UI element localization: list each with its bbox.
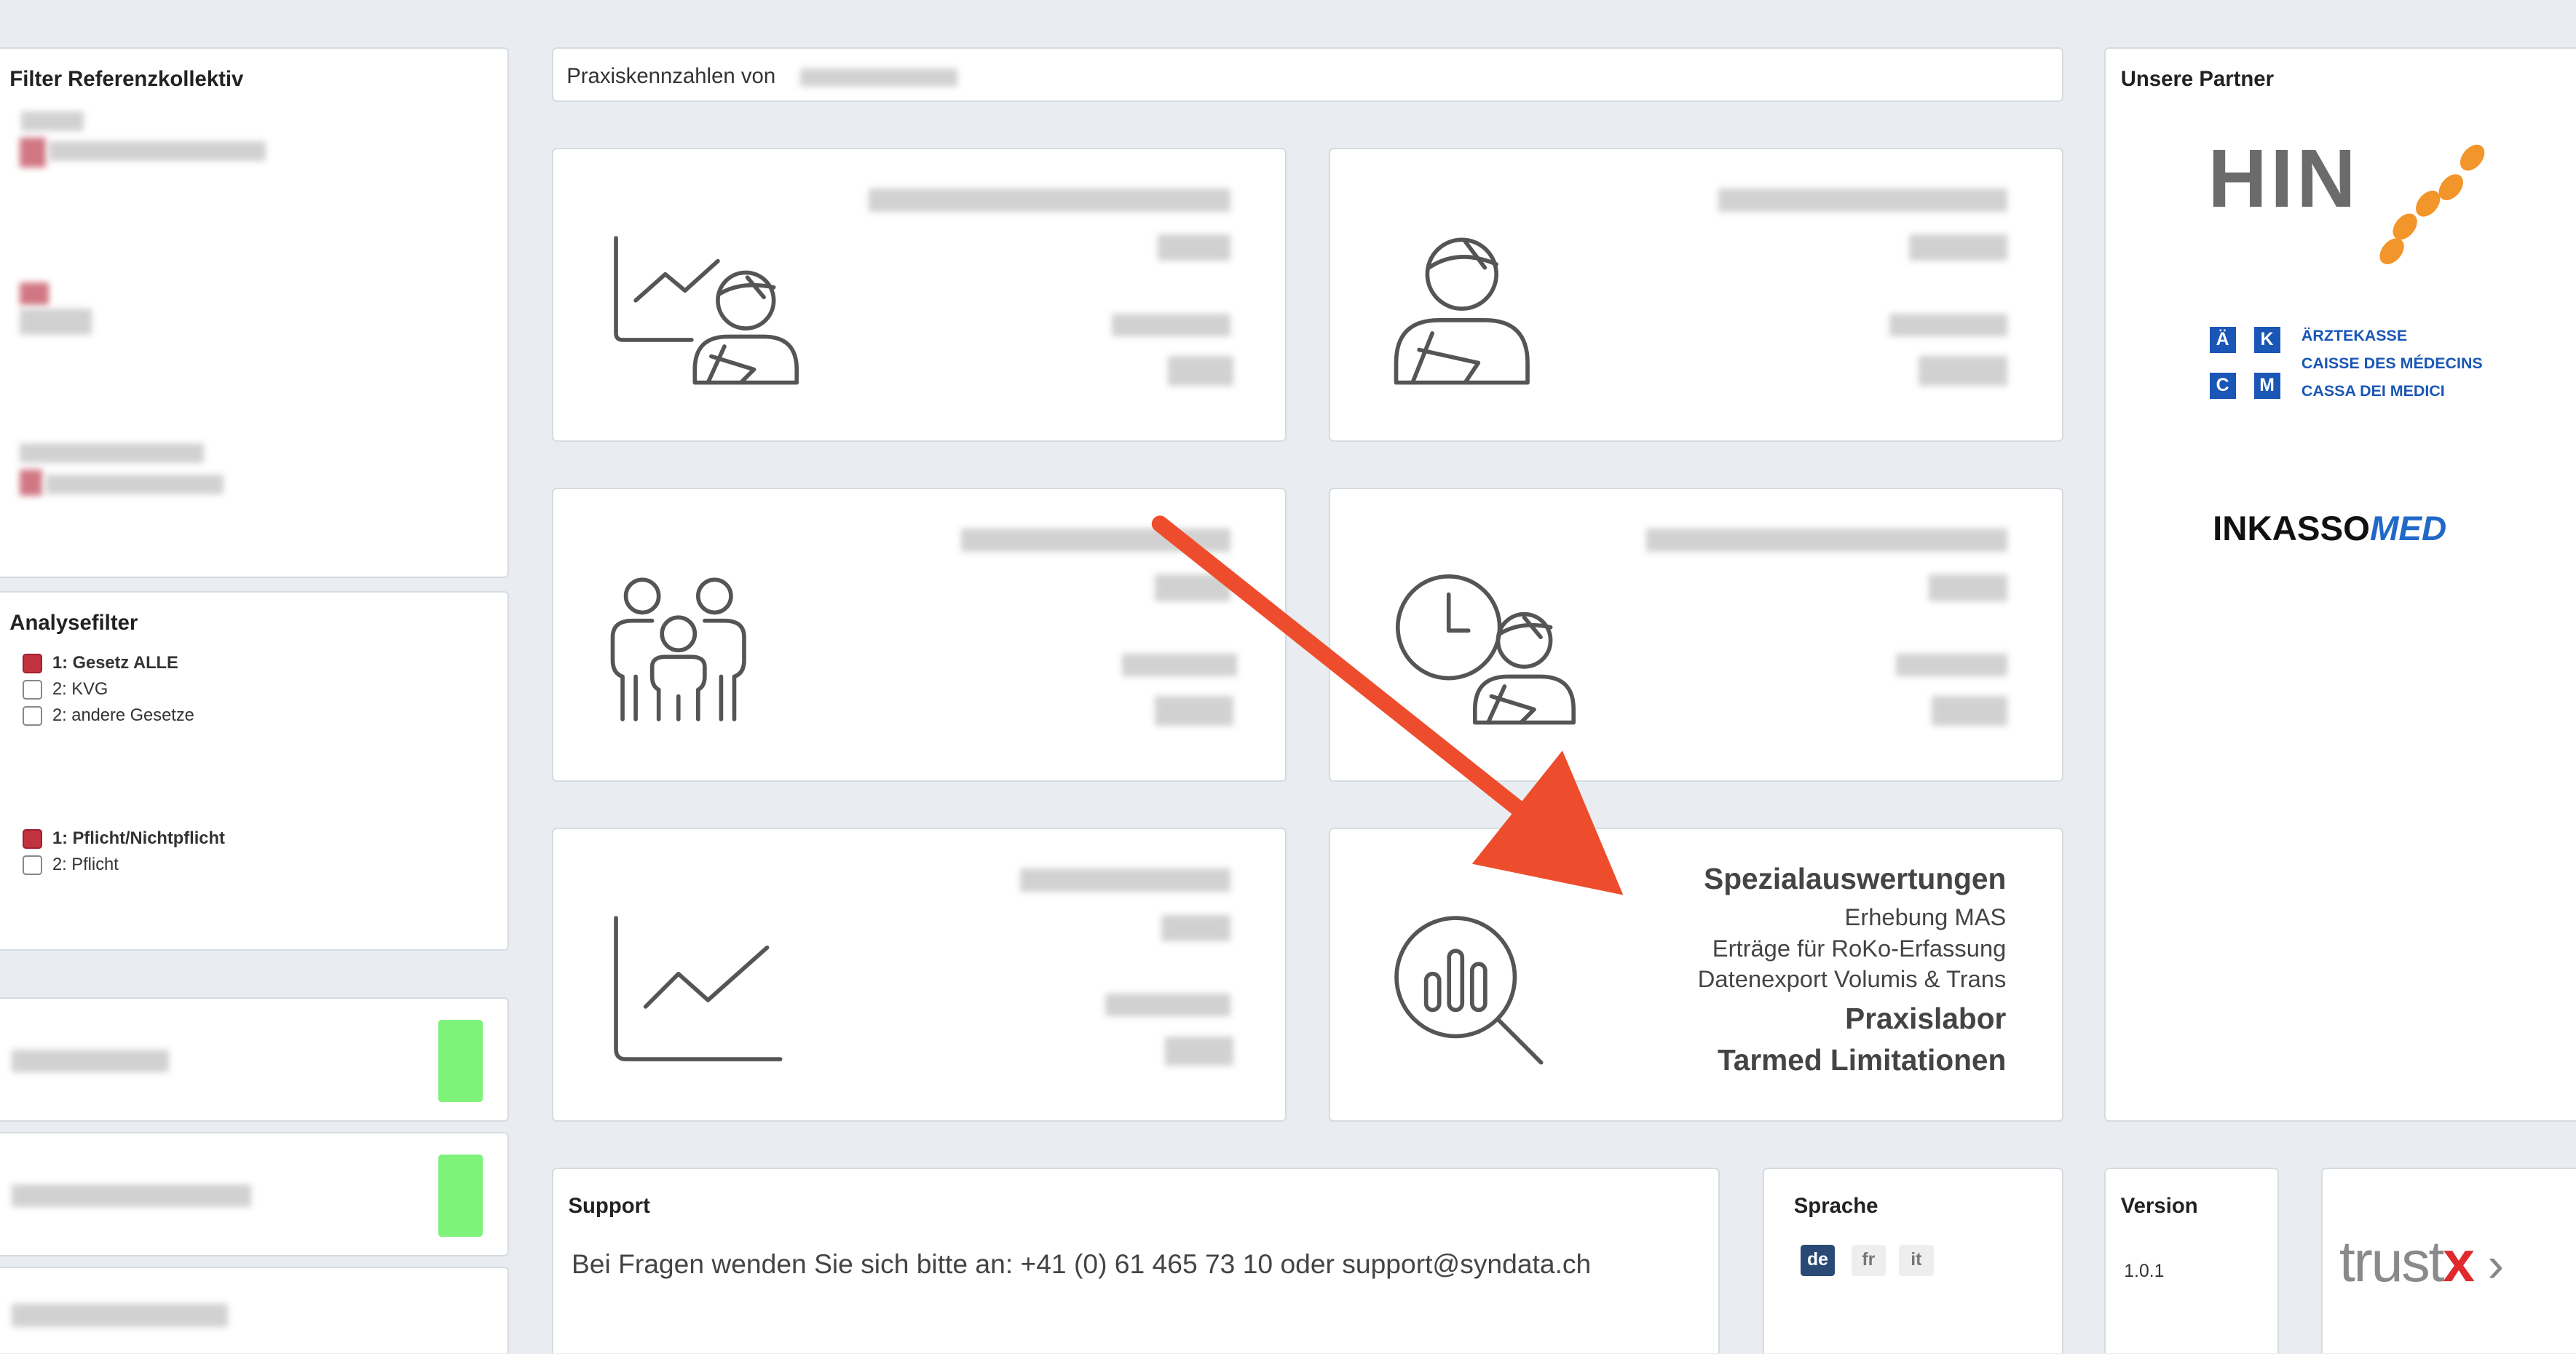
- patient-icon: [1394, 237, 1530, 385]
- filter-color-swatch: [19, 470, 43, 496]
- language-button-de[interactable]: de: [1800, 1245, 1836, 1276]
- filter-color-swatch: [19, 138, 46, 167]
- hin-logo[interactable]: HIN: [2208, 131, 2495, 264]
- kpi-value-blurred: [1908, 234, 2008, 261]
- support-text: Bei Fragen wenden Sie sich bitte an: +41…: [571, 1248, 1592, 1279]
- kpi-label-blurred: [1718, 189, 2008, 212]
- filter-value-blurred: [49, 140, 266, 161]
- family-icon: [610, 577, 746, 721]
- status-label-blurred: [11, 1049, 170, 1073]
- kpi-label-blurred: [1645, 528, 2008, 552]
- status-row: [0, 1131, 510, 1257]
- chevron-right-icon: ›: [2487, 1237, 2505, 1292]
- checkbox-label: 2: andere Gesetze: [52, 705, 194, 725]
- practice-name-blurred: [799, 68, 958, 87]
- filter-value-blurred: [45, 474, 224, 494]
- status-indicator: [438, 1019, 483, 1102]
- checkbox-label: 2: Pflicht: [52, 855, 119, 875]
- version-panel: Version 1.0.1: [2104, 1168, 2279, 1354]
- aekcm-letter: C: [2209, 372, 2236, 400]
- spezialauswertungen-title[interactable]: Spezialauswertungen: [1704, 862, 2006, 896]
- hin-logo-text: HIN: [2208, 132, 2360, 225]
- kpi-label-blurred: [1889, 313, 2008, 337]
- support-panel: Support Bei Fragen wenden Sie sich bitte…: [552, 1168, 1720, 1354]
- kpi-value-blurred: [1168, 356, 1234, 386]
- kpi-value-blurred: [1158, 234, 1230, 261]
- kpi-tile-chart-patient[interactable]: [552, 148, 1287, 442]
- trustx-logo[interactable]: trustx ›: [2339, 1229, 2505, 1295]
- analysefilter-panel: Analysefilter 1: Gesetz ALLE 2: KVG 2: a…: [0, 591, 510, 951]
- aekcm-letter: M: [2253, 372, 2280, 400]
- trustx-trust: trust: [2339, 1229, 2445, 1294]
- kpi-label-blurred: [1112, 313, 1230, 337]
- checkbox-label: 1: Gesetz ALLE: [52, 653, 178, 673]
- aekcm-line: CAISSE DES MÉDECINS: [2301, 355, 2483, 373]
- support-title: Support: [568, 1194, 650, 1219]
- language-panel: Sprache de fr it: [1763, 1168, 2064, 1354]
- aekcm-letter: K: [2253, 326, 2280, 353]
- checkbox-kvg[interactable]: [23, 679, 43, 700]
- filter-value-blurred: [21, 111, 84, 132]
- trustx-x: x: [2443, 1229, 2475, 1294]
- link-praxislabor[interactable]: Praxislabor: [1845, 1002, 2006, 1036]
- kpi-value-blurred: [1164, 1036, 1234, 1066]
- language-button-it[interactable]: it: [1899, 1245, 1934, 1276]
- kpi-label-blurred: [1895, 653, 2008, 677]
- checkbox-gesetz-alle[interactable]: [23, 653, 43, 673]
- analysis-search-icon: [1394, 916, 1544, 1065]
- checkbox-pflicht-nichtpflicht[interactable]: [23, 829, 43, 850]
- line-chart-icon: [614, 916, 783, 1061]
- language-title: Sprache: [1793, 1194, 1878, 1219]
- status-label-blurred: [11, 1184, 251, 1208]
- checkbox-label: 1: Pflicht/Nichtpflicht: [52, 829, 225, 849]
- kpi-value-blurred: [1932, 696, 2008, 727]
- checkbox-andere-gesetze[interactable]: [23, 705, 43, 727]
- filter-value-blurred: [19, 443, 204, 464]
- filter-color-swatch: [19, 282, 50, 306]
- aekcm-line: CASSA DEI MEDICI: [2301, 382, 2445, 400]
- inkassomed-med: MED: [2369, 510, 2447, 549]
- language-button-fr[interactable]: fr: [1851, 1245, 1886, 1276]
- filter-referenzkollektiv-panel: Filter Referenzkollektiv: [0, 47, 510, 579]
- version-title: Version: [2120, 1194, 2198, 1219]
- filter-value-blurred: [19, 308, 92, 336]
- aerztekasse-logo[interactable]: Ä K C M ÄRZTEKASSE CAISSE DES MÉDECINS C…: [2209, 326, 2505, 403]
- version-value: 1.0.1: [2124, 1261, 2165, 1281]
- kpi-tile-patient[interactable]: [1329, 148, 2064, 442]
- checkbox-label: 2: KVG: [52, 679, 108, 699]
- inkassomed-inkasso: INKASSO: [2213, 510, 2370, 549]
- link-datenexport[interactable]: Datenexport Volumis & Trans: [1698, 965, 2007, 993]
- kpi-value-blurred: [1161, 914, 1230, 941]
- status-label-blurred: [11, 1304, 229, 1327]
- inkassomed-logo[interactable]: INKASSOMED: [2213, 509, 2446, 549]
- analysefilter-title: Analysefilter: [9, 611, 138, 636]
- trustx-panel[interactable]: trustx ›: [2321, 1168, 2576, 1354]
- chart-patient-icon: [614, 236, 799, 385]
- filter-referenzkollektiv-title: Filter Referenzkollektiv: [9, 67, 244, 92]
- status-row: [0, 997, 510, 1123]
- link-erhebung-mas[interactable]: Erhebung MAS: [1845, 903, 2007, 931]
- page-title: Praxiskennzahlen von: [566, 63, 776, 88]
- status-row: [0, 1266, 510, 1354]
- aekcm-line: ÄRZTEKASSE: [2301, 326, 2408, 344]
- partners-title: Unsere Partner: [2120, 67, 2275, 92]
- annotation-arrow: [1151, 515, 1624, 895]
- kpi-label-blurred: [869, 189, 1230, 212]
- praxiskennzahlen-header: Praxiskennzahlen von: [552, 47, 2064, 102]
- kpi-label-blurred: [1105, 993, 1230, 1017]
- partners-panel: Unsere Partner HIN Ä K C M ÄRZTEKASSE CA…: [2104, 47, 2576, 1123]
- kpi-value-blurred: [1928, 574, 2008, 601]
- checkbox-pflicht[interactable]: [23, 855, 43, 876]
- aekcm-letter: Ä: [2209, 326, 2236, 353]
- link-ertraege-roko[interactable]: Erträge für RoKo-Erfassung: [1712, 935, 2007, 962]
- hin-dots-icon: [2379, 144, 2485, 264]
- link-tarmed-limitationen[interactable]: Tarmed Limitationen: [1718, 1043, 2006, 1077]
- status-indicator: [438, 1154, 483, 1237]
- kpi-value-blurred: [1919, 356, 2008, 386]
